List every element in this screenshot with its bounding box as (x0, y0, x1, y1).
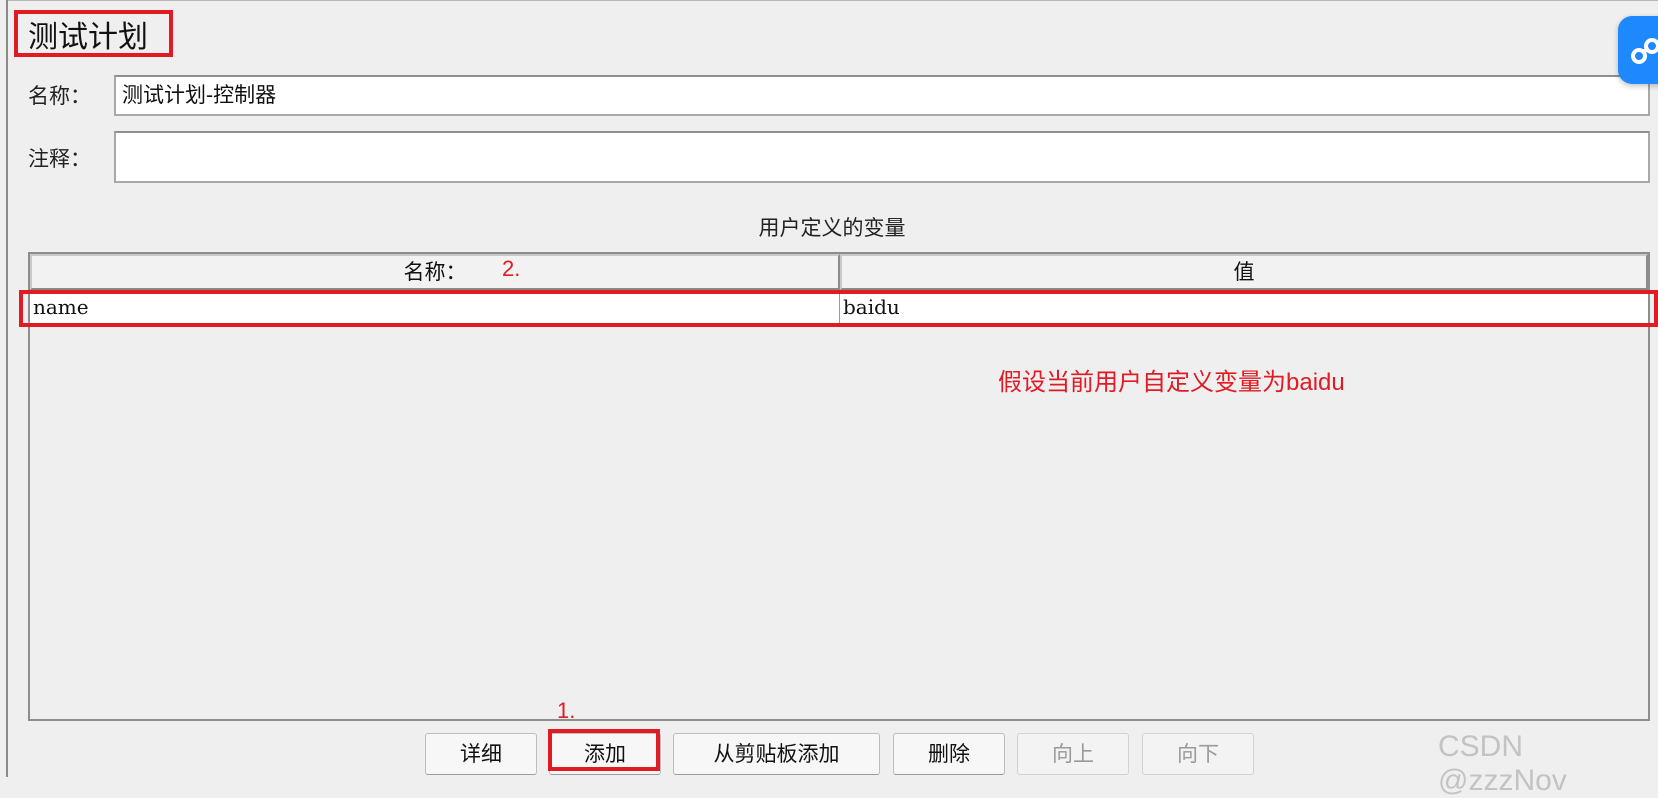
add-from-clipboard-button[interactable]: 从剪贴板添加 (673, 733, 880, 775)
row-highlight-box (19, 290, 1658, 327)
add-button-highlight-box (548, 729, 660, 771)
delete-button[interactable]: 删除 (893, 733, 1005, 775)
table-header: 名称： 值 (30, 254, 1648, 290)
comment-label: 注释： (28, 147, 91, 171)
move-up-button[interactable]: 向上 (1017, 733, 1129, 775)
left-border (6, 0, 8, 777)
column-header-name[interactable]: 名称： (30, 254, 840, 290)
annotation-note: 假设当前用户自定义变量为baidu (998, 369, 1345, 396)
annotation-step-2: 2. (502, 256, 521, 281)
comment-field[interactable] (114, 131, 1650, 183)
name-label: 名称： (28, 84, 91, 108)
variables-section-title: 用户定义的变量 (758, 216, 906, 240)
title-highlight-box (14, 10, 173, 57)
floating-link-button[interactable] (1618, 16, 1658, 84)
link-icon (1631, 38, 1658, 64)
watermark: CSDN @zzzNov (1438, 730, 1567, 797)
name-field[interactable]: 测试计划-控制器 (114, 75, 1650, 116)
annotation-step-1: 1. (557, 698, 576, 723)
move-down-button[interactable]: 向下 (1142, 733, 1254, 775)
top-border (6, 0, 1658, 1)
detail-button[interactable]: 详细 (425, 733, 537, 775)
column-header-value[interactable]: 值 (840, 254, 1648, 290)
